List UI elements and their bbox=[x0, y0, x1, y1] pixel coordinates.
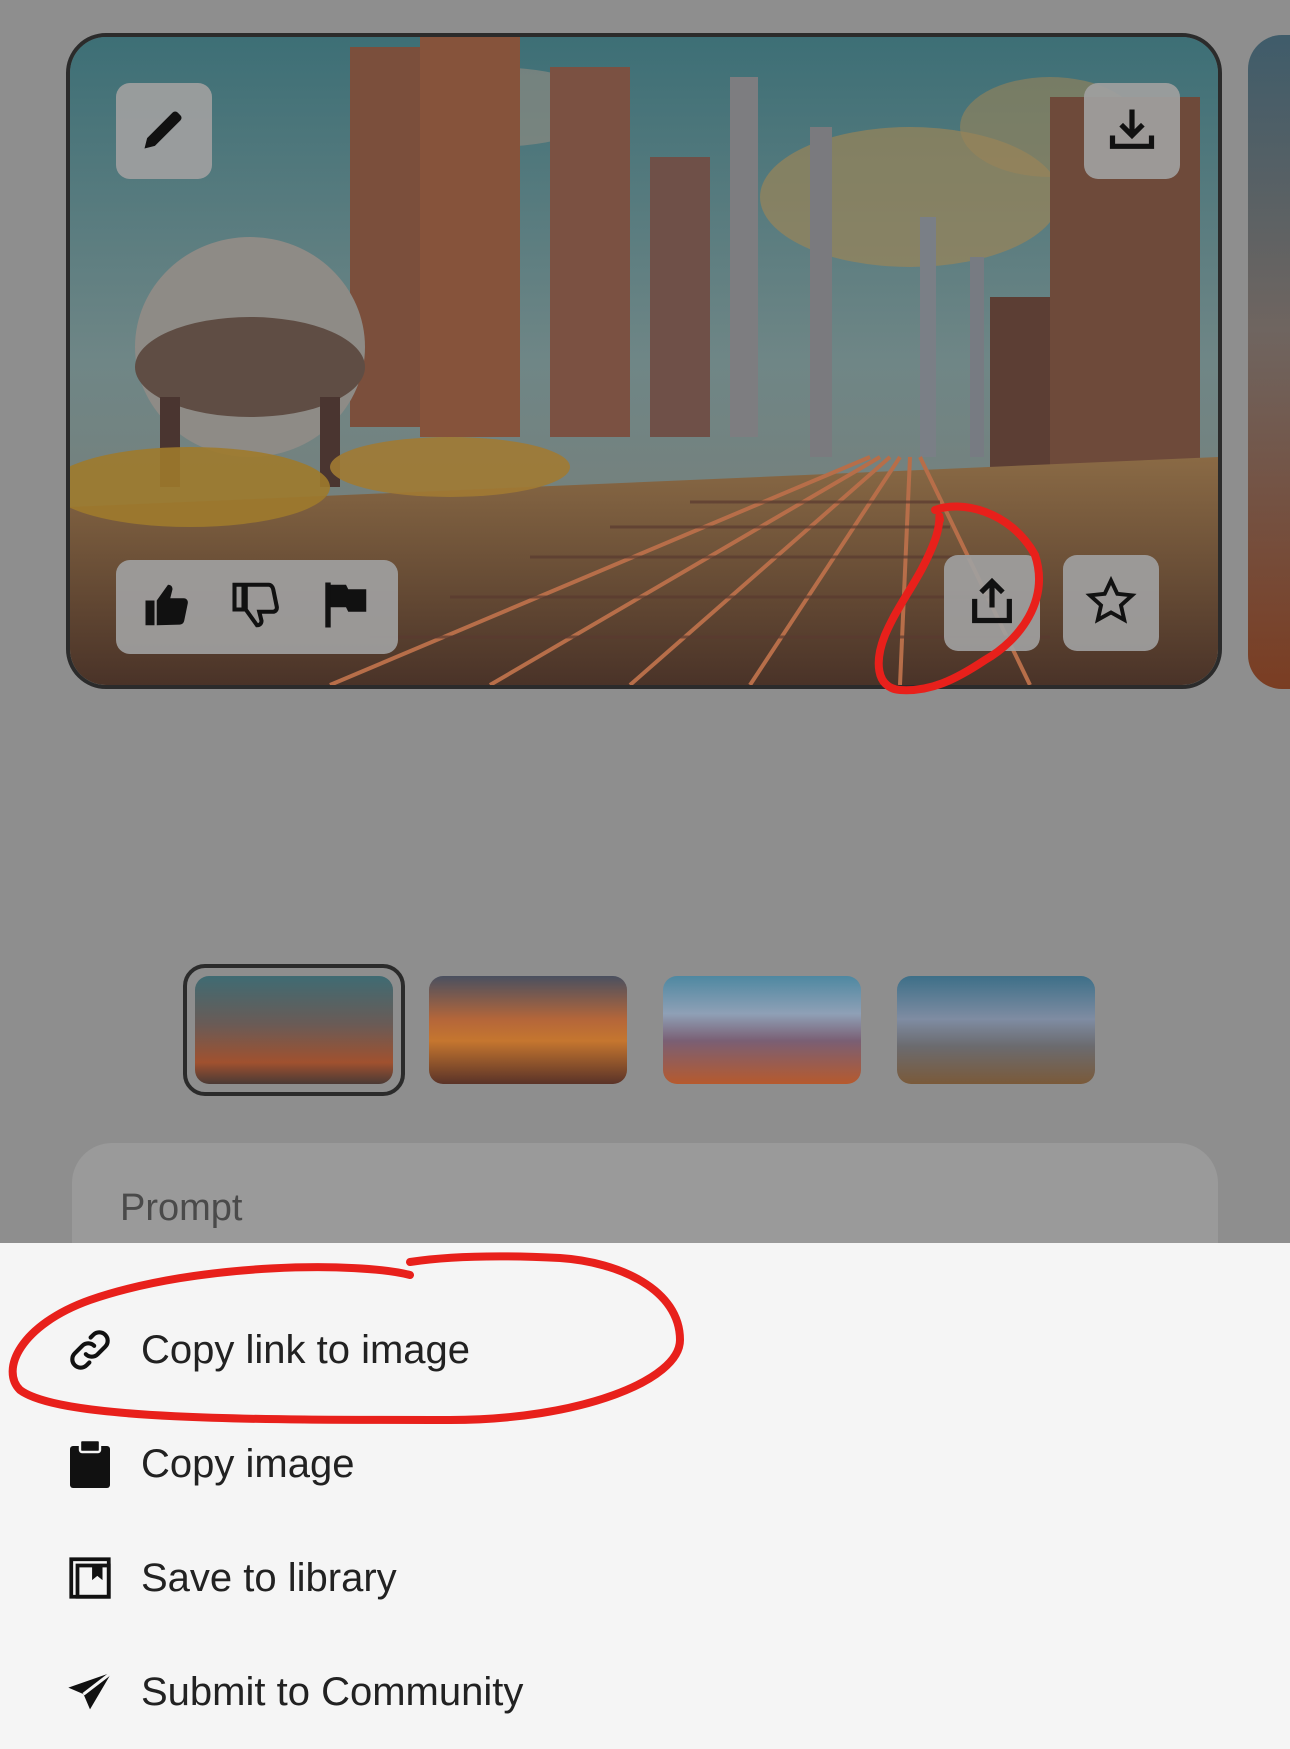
link-icon bbox=[64, 1324, 116, 1376]
next-image-card[interactable] bbox=[1248, 35, 1290, 689]
copy-link-to-image-label: Copy link to image bbox=[141, 1327, 471, 1372]
submit-to-community-item[interactable]: Submit to Community bbox=[0, 1642, 1290, 1742]
pencil-icon bbox=[138, 103, 190, 160]
download-icon bbox=[1106, 103, 1158, 160]
thumbnail-2[interactable] bbox=[429, 976, 627, 1084]
generated-image-card[interactable] bbox=[66, 33, 1222, 689]
feedback-toolbar bbox=[116, 560, 398, 654]
clipboard-icon bbox=[64, 1438, 116, 1490]
thumbs-up-icon bbox=[141, 578, 195, 637]
report-button[interactable] bbox=[308, 569, 384, 645]
library-icon bbox=[64, 1552, 116, 1604]
copy-link-to-image-item[interactable]: Copy link to image bbox=[0, 1300, 1290, 1400]
flag-icon bbox=[319, 578, 373, 637]
favorite-button[interactable] bbox=[1063, 555, 1159, 651]
thumbs-down-icon bbox=[230, 578, 284, 637]
thumbs-up-button[interactable] bbox=[130, 569, 206, 645]
thumbnail-1[interactable] bbox=[195, 976, 393, 1084]
submit-to-community-label: Submit to Community bbox=[141, 1669, 524, 1714]
thumbnail-4[interactable] bbox=[897, 976, 1095, 1084]
prompt-label: Prompt bbox=[120, 1187, 243, 1229]
paper-plane-icon bbox=[64, 1666, 116, 1718]
copy-image-item[interactable]: Copy image bbox=[0, 1414, 1290, 1514]
thumbnail-3[interactable] bbox=[663, 976, 861, 1084]
share-icon bbox=[966, 575, 1018, 632]
download-button[interactable] bbox=[1084, 83, 1180, 179]
thumbs-down-button[interactable] bbox=[219, 569, 295, 645]
star-icon bbox=[1085, 575, 1137, 632]
copy-image-label: Copy image bbox=[141, 1441, 355, 1486]
edit-button[interactable] bbox=[116, 83, 212, 179]
save-to-library-label: Save to library bbox=[141, 1555, 397, 1600]
share-button[interactable] bbox=[944, 555, 1040, 651]
save-to-library-item[interactable]: Save to library bbox=[0, 1528, 1290, 1628]
